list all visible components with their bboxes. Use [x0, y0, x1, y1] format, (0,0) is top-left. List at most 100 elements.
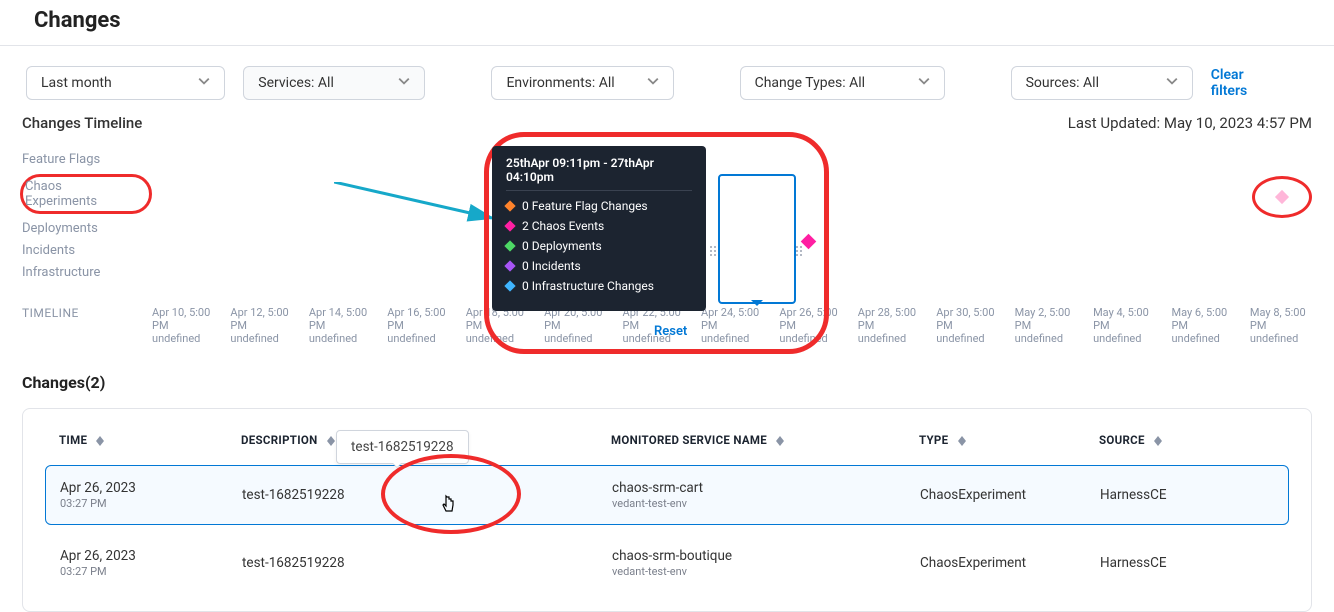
cell-monitored-service: chaos-srm-cartvedant-test-env	[612, 480, 920, 510]
timeline-row-label: TIMELINE	[22, 306, 152, 320]
col-label: TYPE	[919, 433, 948, 447]
chevron-down-icon	[198, 75, 210, 91]
change-types-select[interactable]: Change Types: All	[740, 66, 945, 100]
timeline-tick: Apr 30, 5:00 PMundefined	[936, 306, 998, 345]
tooltip-item: 0 Deployments	[506, 239, 692, 253]
chevron-down-icon	[398, 75, 410, 91]
timeline-tooltip: 25thApr 09:11pm - 27thApr 04:10pm 0 Feat…	[492, 146, 706, 311]
col-header-monitored[interactable]: MONITORED SERVICE NAME	[611, 433, 919, 447]
change-types-label: Change Types: All	[755, 75, 865, 91]
diamond-icon	[504, 240, 515, 251]
col-header-type[interactable]: TYPE	[919, 433, 1099, 447]
timeline-tick: May 2, 5:00 PMundefined	[1015, 306, 1077, 345]
tooltip-item: 0 Infrastructure Changes	[506, 279, 692, 293]
cell-description: test-1682519228	[242, 555, 612, 571]
col-label: DESCRIPTION	[241, 433, 318, 447]
chevron-down-icon	[1166, 75, 1178, 91]
col-label: SOURCE	[1099, 433, 1145, 447]
cell-source: HarnessCE	[1100, 555, 1274, 571]
timeline-tick: May 8, 5:00 PMundefined	[1250, 306, 1312, 345]
timeline-tick: Apr 28, 5:00 PMundefined	[858, 306, 920, 345]
diamond-icon	[121, 190, 128, 197]
table-row[interactable]: Apr 26, 202303:27 PMtest-1682519228chaos…	[45, 465, 1289, 525]
track-label-incidents: Incidents	[22, 243, 152, 258]
track-label-feature-flags: Feature Flags	[22, 152, 152, 167]
table-header: TIME DESCRIPTION MONITORED SERVICE NAME …	[23, 409, 1311, 457]
changes-count-header: Changes(2)	[0, 345, 1334, 408]
services-select[interactable]: Services: All	[243, 66, 425, 100]
timeline-tick: May 6, 5:00 PMundefined	[1171, 306, 1233, 345]
cell-monitored-service: chaos-srm-boutiquevedant-test-env	[612, 548, 920, 578]
diamond-icon	[504, 200, 515, 211]
timeline-area: Feature Flags Chaos Experiments Deployme…	[0, 138, 1334, 282]
tooltip-item: 2 Chaos Events	[506, 219, 692, 233]
table-body: Apr 26, 202303:27 PMtest-1682519228chaos…	[23, 465, 1311, 611]
page-title: Changes	[0, 0, 1334, 45]
services-label: Services: All	[258, 75, 334, 91]
timeline-tick: Apr 16, 5:00 PMundefined	[387, 306, 449, 345]
cell-time: Apr 26, 202303:27 PM	[60, 480, 242, 510]
grip-left-icon[interactable]	[710, 246, 718, 262]
tooltip-item-text: 0 Feature Flag Changes	[522, 199, 648, 213]
timeline-track-area[interactable]: 25thApr 09:11pm - 27thApr 04:10pm 0 Feat…	[152, 142, 1312, 282]
tooltip-item-text: 2 Chaos Events	[522, 219, 604, 233]
annotation-arrow-icon	[334, 182, 504, 242]
clear-filters-link[interactable]: Clear filters	[1211, 67, 1308, 99]
divider	[0, 45, 1334, 46]
sources-label: Sources: All	[1026, 75, 1099, 91]
timeline-selection-box[interactable]	[718, 174, 796, 304]
diamond-icon	[504, 280, 515, 291]
col-label: TIME	[59, 433, 87, 447]
timeline-section-title: Changes Timeline	[22, 114, 142, 132]
environments-select[interactable]: Environments: All	[491, 66, 673, 100]
timeline-tick: Apr 26, 5:00 PMundefined	[779, 306, 841, 345]
timeline-tick: Apr 14, 5:00 PMundefined	[309, 306, 371, 345]
tooltip-item: 0 Feature Flag Changes	[506, 199, 692, 213]
col-header-source[interactable]: SOURCE	[1099, 433, 1275, 447]
chevron-down-icon	[647, 75, 659, 91]
annotation-chaos-circle: Chaos Experiments	[20, 174, 152, 214]
diamond-icon	[504, 220, 515, 231]
timeline-tick: Apr 18, 5:00 PMundefined	[466, 306, 528, 345]
sort-icon	[96, 436, 104, 446]
reset-link[interactable]: Reset	[654, 324, 687, 339]
description-tooltip: test-1682519228	[336, 430, 469, 464]
cell-time: Apr 26, 202303:27 PM	[60, 548, 242, 578]
col-header-time[interactable]: TIME	[59, 433, 241, 447]
track-label-chaos: Chaos Experiments	[25, 179, 97, 209]
annotation-right-circle	[1252, 176, 1312, 218]
timeline-tick: May 4, 5:00 PMundefined	[1093, 306, 1155, 345]
date-range-label: Last month	[41, 75, 112, 91]
cell-type: ChaosExperiment	[920, 487, 1100, 503]
timeline-tick: Apr 20, 5:00 PMundefined	[544, 306, 606, 345]
track-label-infrastructure: Infrastructure	[22, 265, 152, 280]
sort-icon	[958, 436, 966, 446]
timeline-tick: Apr 12, 5:00 PMundefined	[230, 306, 292, 345]
track-label-deployments: Deployments	[22, 221, 152, 236]
date-range-select[interactable]: Last month	[26, 66, 225, 100]
chevron-down-icon	[918, 75, 930, 91]
timeline-track-labels: Feature Flags Chaos Experiments Deployme…	[22, 142, 152, 282]
sort-icon	[327, 436, 335, 446]
last-updated: Last Updated: May 10, 2023 4:57 PM	[1068, 114, 1312, 132]
filters-row: Last month Services: All Environments: A…	[0, 66, 1334, 114]
grip-right-icon[interactable]	[796, 246, 804, 262]
sources-select[interactable]: Sources: All	[1011, 66, 1193, 100]
diamond-icon	[504, 260, 515, 271]
tooltip-item-text: 0 Infrastructure Changes	[522, 279, 654, 293]
tooltip-item-text: 0 Deployments	[522, 239, 602, 253]
timeline-ticks: Apr 10, 5:00 PMundefined Apr 12, 5:00 PMu…	[152, 306, 1312, 345]
sort-icon	[1154, 436, 1162, 446]
sort-icon	[776, 436, 784, 446]
cell-source: HarnessCE	[1100, 487, 1274, 503]
timeline-tick: Apr 10, 5:00 PMundefined	[152, 306, 214, 345]
environments-label: Environments: All	[506, 75, 614, 91]
table-row[interactable]: Apr 26, 202303:27 PMtest-1682519228chaos…	[45, 533, 1289, 593]
tooltip-item: 0 Incidents	[506, 259, 692, 273]
diamond-icon	[1275, 190, 1289, 204]
changes-table: TIME DESCRIPTION MONITORED SERVICE NAME …	[22, 408, 1312, 612]
tooltip-range: 25thApr 09:11pm - 27thApr 04:10pm	[506, 156, 692, 191]
tooltip-item-text: 0 Incidents	[522, 259, 581, 273]
col-label: MONITORED SERVICE NAME	[611, 433, 767, 447]
cell-type: ChaosExperiment	[920, 555, 1100, 571]
